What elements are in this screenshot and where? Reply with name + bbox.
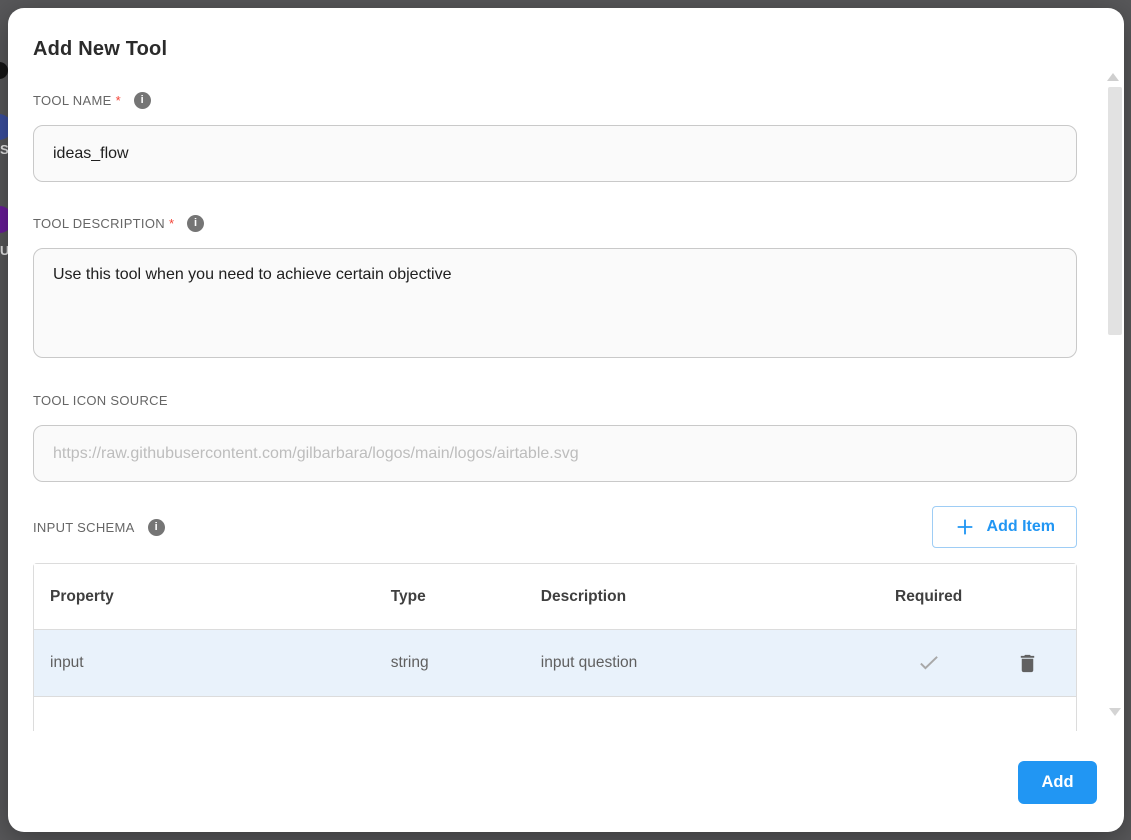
table-row[interactable]: input string input question <box>34 629 1076 697</box>
info-icon[interactable]: i <box>187 215 204 232</box>
input-schema-label: INPUT SCHEMA <box>33 520 135 535</box>
input-schema-table: Property Type Description Required input… <box>33 563 1077 731</box>
row-description: input question <box>525 654 879 672</box>
dialog-header: Add New Tool <box>8 8 1124 69</box>
backdrop-sidebar-dot <box>0 62 8 79</box>
add-item-button[interactable]: Add Item <box>932 506 1077 548</box>
tool-icon-source-label: TOOL ICON SOURCE <box>33 393 168 408</box>
add-button[interactable]: Add <box>1018 761 1097 804</box>
tool-icon-source-input[interactable] <box>33 425 1077 482</box>
delete-row-icon[interactable] <box>1016 652 1039 675</box>
required-check-icon <box>916 650 942 676</box>
info-icon[interactable]: i <box>148 519 165 536</box>
scroll-up-icon[interactable] <box>1107 73 1119 81</box>
scrollbar-thumb[interactable] <box>1108 87 1122 335</box>
table-header-row: Property Type Description Required <box>34 564 1076 629</box>
row-type: string <box>375 654 525 672</box>
tool-description-field: TOOL DESCRIPTION * i Use this tool when … <box>33 216 1077 358</box>
tool-name-label: TOOL NAME <box>33 93 112 108</box>
header-required: Required <box>879 588 979 606</box>
required-asterisk: * <box>169 216 174 231</box>
dialog-title: Add New Tool <box>33 38 1099 61</box>
tool-name-input[interactable] <box>33 125 1077 182</box>
header-property: Property <box>34 588 375 606</box>
header-description: Description <box>525 588 879 606</box>
tool-description-label: TOOL DESCRIPTION <box>33 216 165 231</box>
info-icon[interactable]: i <box>134 92 151 109</box>
tool-name-field: TOOL NAME * i <box>33 93 1077 182</box>
table-empty-row <box>34 697 1076 731</box>
scroll-down-icon[interactable] <box>1109 708 1121 716</box>
add-item-label: Add Item <box>987 518 1055 536</box>
dialog-content: TOOL NAME * i TOOL DESCRIPTION * i Use t… <box>8 69 1124 731</box>
dialog-footer: Add <box>8 731 1124 832</box>
plus-icon <box>954 516 976 538</box>
tool-description-textarea[interactable]: Use this tool when you need to achieve c… <box>33 248 1077 358</box>
row-property: input <box>34 654 375 672</box>
input-schema-header-row: INPUT SCHEMA i Add Item <box>33 506 1077 548</box>
header-type: Type <box>375 588 525 606</box>
required-asterisk: * <box>116 93 121 108</box>
add-new-tool-dialog: Add New Tool TOOL NAME * i TOOL DESCRIPT… <box>8 8 1124 832</box>
tool-icon-source-field: TOOL ICON SOURCE <box>33 393 1077 482</box>
